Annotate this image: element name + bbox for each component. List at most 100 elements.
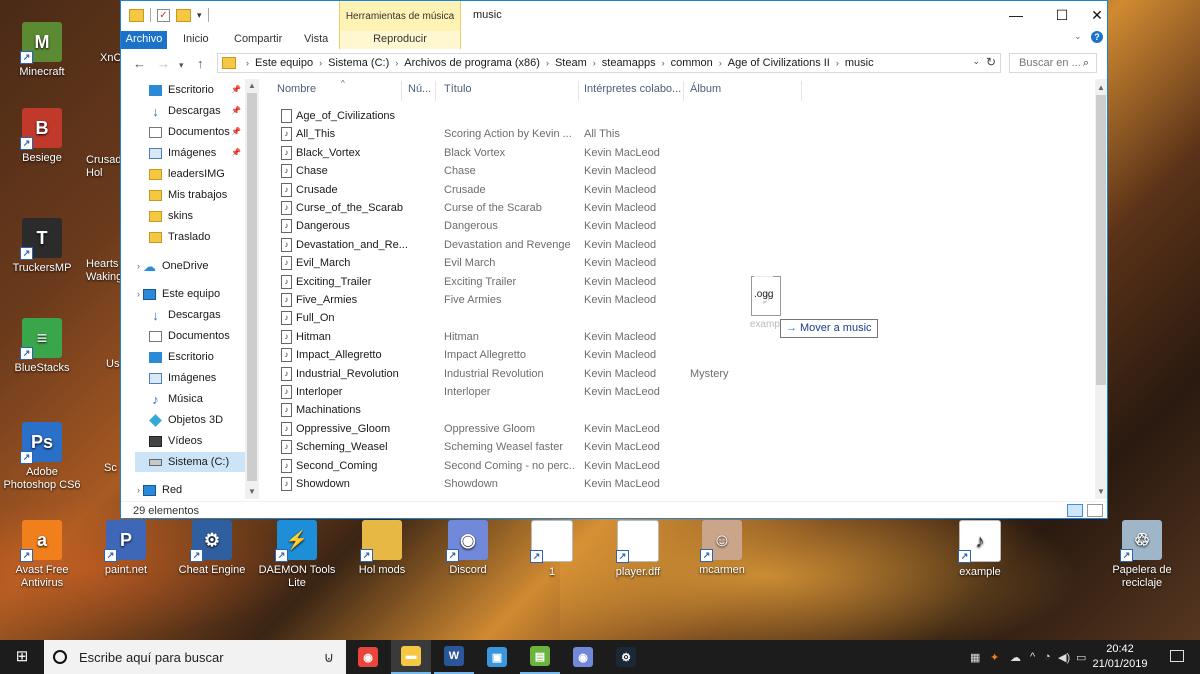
file-row[interactable]: ♪ Five_Armies Five Armies Kevin Macleod <box>269 291 1093 309</box>
back-arrow-icon[interactable]: ← <box>133 56 146 71</box>
folder-icon[interactable] <box>129 8 144 22</box>
nav-item-red[interactable]: Red <box>143 480 182 499</box>
address-bar[interactable]: › Este equipo › Sistema (C:) › Archivos de pr… <box>217 53 1001 73</box>
start-button[interactable]: ⊞ <box>0 640 44 674</box>
pin-icon[interactable]: 📌 <box>231 148 241 157</box>
navigation-pane-scroll-thumb[interactable] <box>247 93 257 481</box>
breadcrumb-chevron-icon[interactable]: › <box>319 58 322 68</box>
new-folder-icon[interactable] <box>176 8 191 22</box>
nav-item-leadersimg[interactable]: leadersIMG <box>149 164 225 184</box>
desktop-icon-mcarmen[interactable]: ☺ ↗ mcarmen <box>680 520 764 577</box>
breadcrumb-item[interactable]: common <box>671 57 713 69</box>
desktop-icon-hol-mods[interactable]: ↗ Hol mods <box>340 520 424 577</box>
taskbar-search[interactable]: Escribe aquí para buscar ⊍ <box>44 640 346 674</box>
nav-item-descargas[interactable]: ↓ Descargas <box>149 305 220 325</box>
breadcrumb-item[interactable]: Archivos de programa (x86) <box>404 57 540 69</box>
file-row[interactable]: ♪ Oppressive_Gloom Oppressive Gloom Kevin M… <box>269 420 1093 438</box>
chevron-right-icon[interactable]: › <box>137 485 140 495</box>
nav-item-este-equipo[interactable]: Este equipo <box>143 284 220 304</box>
maximize-button[interactable]: ☐ <box>1039 1 1085 31</box>
pin-icon[interactable]: 📌 <box>231 85 241 94</box>
file-row[interactable]: ♪ Curse_of_the_Scarab Curse of the Scarab K… <box>269 199 1093 217</box>
file-row[interactable]: Age_of_Civilizations <box>269 107 1093 125</box>
file-list-scroll-thumb[interactable] <box>1096 95 1106 385</box>
breadcrumb-chevron-icon[interactable]: › <box>662 58 665 68</box>
desktop-icon-adobe-photoshop-cs6[interactable]: Ps ↗ Adobe Photoshop CS6 <box>0 422 84 492</box>
desktop-icon-player-dff[interactable]: ↗ player.dff <box>596 520 680 579</box>
details-view-icon[interactable] <box>1067 504 1083 517</box>
nav-item-traslado[interactable]: Traslado <box>149 227 210 247</box>
scroll-up-icon[interactable]: ▲ <box>248 81 256 90</box>
nav-item-sistema-c[interactable]: Sistema (C:) <box>135 452 245 472</box>
large-icons-view-icon[interactable] <box>1087 504 1103 517</box>
tab-compartir[interactable]: Compartir <box>234 31 282 49</box>
notification-icon[interactable] <box>1170 650 1184 662</box>
onedrive-tray-icon[interactable]: ☁ <box>1010 651 1021 664</box>
microphone-icon[interactable]: ⊍ <box>324 649 334 666</box>
chevron-up-icon[interactable]: ^ <box>1030 651 1035 663</box>
column-divider[interactable] <box>801 81 802 101</box>
column-header-artists[interactable]: Intérpretes colabo... <box>584 83 681 99</box>
title-bar[interactable]: ✓ ▾ Herramientas de música music — ☐ ✕ <box>121 1 1107 31</box>
breadcrumb-chevron-icon[interactable]: › <box>546 58 549 68</box>
help-icon[interactable]: ? <box>1091 31 1103 43</box>
nav-item-skins[interactable]: skins <box>149 206 193 226</box>
nav-item-documentos[interactable]: Documentos <box>149 122 230 142</box>
column-divider[interactable] <box>401 81 402 101</box>
desktop-icon-minecraft[interactable]: M ↗ Minecraft <box>0 22 84 79</box>
desktop-icon-discord[interactable]: ◉ ↗ Discord <box>426 520 510 577</box>
file-row[interactable]: ♪ All_This Scoring Action by Kevin ... All … <box>269 125 1093 143</box>
breadcrumb-chevron-icon[interactable]: › <box>593 58 596 68</box>
volume-icon[interactable]: ◀) <box>1058 651 1070 664</box>
breadcrumb-chevron-icon[interactable]: › <box>395 58 398 68</box>
column-divider[interactable] <box>435 81 436 101</box>
file-row[interactable]: ♪ Industrial_Revolution Industrial Revolut… <box>269 365 1093 383</box>
customize-toolbar-icon[interactable]: ▾ <box>197 10 202 21</box>
nav-item-música[interactable]: ♪ Música <box>149 389 203 409</box>
file-row[interactable]: ♪ Showdown Showdown Kevin MacLeod <box>269 475 1093 493</box>
keyboard-icon[interactable]: ▭ <box>1076 651 1086 664</box>
tab-reproducir[interactable]: Reproducir <box>339 31 461 49</box>
file-row[interactable]: ♪ Dangerous Dangerous Kevin Macleod <box>269 217 1093 235</box>
desktop-icon-papelera-de-reciclaje[interactable]: ♲ ↗ Papelera de reciclaje <box>1100 520 1184 590</box>
refresh-icon[interactable]: ↻ <box>986 55 996 69</box>
chevron-down-icon[interactable]: ⌄ <box>1074 31 1082 42</box>
scroll-up-icon[interactable]: ▲ <box>1097 83 1105 92</box>
nav-item-onedrive[interactable]: ☁ OneDrive <box>143 256 208 276</box>
file-row[interactable]: ♪ Exciting_Trailer Exciting Trailer Kevin M… <box>269 273 1093 291</box>
desktop-icon-avast-free-antivirus[interactable]: a ↗ Avast Free Antivirus <box>0 520 84 590</box>
tray-app-icon[interactable]: ▦ <box>970 651 980 664</box>
breadcrumb-item[interactable]: Este equipo <box>255 57 313 69</box>
scroll-down-icon[interactable]: ▼ <box>248 487 256 496</box>
file-row[interactable]: ♪ Second_Coming Second Coming - no perc...… <box>269 457 1093 475</box>
tab-vista[interactable]: Vista <box>304 31 328 49</box>
breadcrumb-item[interactable]: music <box>845 57 874 69</box>
minimize-button[interactable]: — <box>993 1 1039 31</box>
nav-item-documentos[interactable]: Documentos <box>149 326 230 346</box>
breadcrumb-chevron-icon[interactable]: › <box>836 58 839 68</box>
nav-item-vídeos[interactable]: Vídeos <box>149 431 202 451</box>
nav-item-descargas[interactable]: ↓ Descargas <box>149 101 220 121</box>
wifi-icon[interactable]: ◔ <box>1044 651 1051 663</box>
close-button[interactable]: ✕ <box>1085 1 1109 31</box>
column-header-name[interactable]: Nombre ^ <box>277 79 345 99</box>
column-header-album[interactable]: Álbum <box>690 83 721 99</box>
breadcrumb-item[interactable]: steamapps <box>602 57 656 69</box>
nav-item-escritorio[interactable]: Escritorio <box>149 80 214 100</box>
up-arrow-icon[interactable]: ↑ <box>197 56 204 71</box>
file-row[interactable]: ♪ Crusade Crusade Kevin Macleod <box>269 181 1093 199</box>
file-row[interactable]: ♪ Machinations <box>269 401 1093 419</box>
file-row[interactable]: ♪ Full_On <box>269 309 1093 327</box>
taskbar-discord-button[interactable]: ◉ <box>563 640 603 674</box>
pin-icon[interactable]: 📌 <box>231 106 241 115</box>
desktop-icon-paint-net[interactable]: P ↗ paint.net <box>84 520 168 577</box>
desktop-icon-bluestacks[interactable]: ≡ ↗ BlueStacks <box>0 318 84 375</box>
file-row[interactable]: ♪ Devastation_and_Re... Devastation and Re… <box>269 236 1093 254</box>
chevron-right-icon[interactable]: › <box>137 261 140 271</box>
scroll-down-icon[interactable]: ▼ <box>1097 487 1105 496</box>
column-header-title[interactable]: Título <box>444 83 472 99</box>
column-header-number[interactable]: Nú... <box>408 83 431 99</box>
desktop-icon-cheat-engine[interactable]: ⚙ ↗ Cheat Engine <box>170 520 254 577</box>
clock[interactable]: 20:42 21/01/2019 <box>1092 642 1148 672</box>
file-row[interactable]: ♪ Chase Chase Kevin Macleod <box>269 162 1093 180</box>
